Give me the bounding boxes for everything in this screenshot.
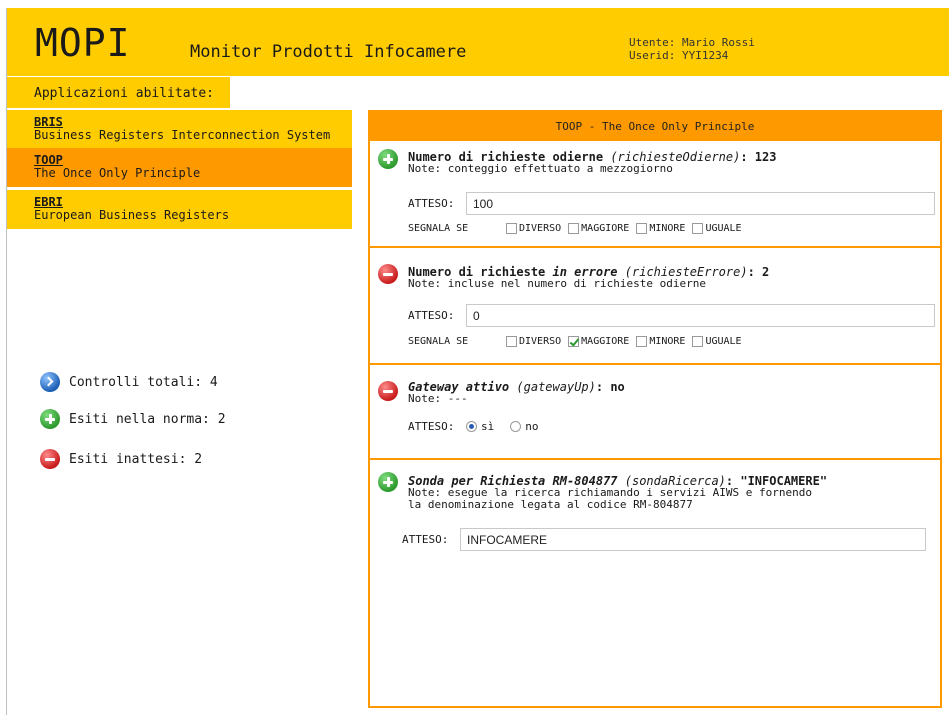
checkbox-minore[interactable]: MINORE xyxy=(636,223,685,234)
summary-total: Controlli totali: 4 xyxy=(40,372,218,392)
checkbox-maggiore[interactable]: MAGGIORE xyxy=(568,336,629,347)
plus-icon xyxy=(40,409,60,429)
atteso-row: ATTESO: 0 xyxy=(408,304,935,327)
atteso-row: ATTESO: 100 xyxy=(408,192,935,215)
check-gateway-attivo: Gateway attivo (gatewayUp): no Note: ---… xyxy=(370,367,940,460)
check-value: : 2 xyxy=(747,265,770,279)
summary-ok: Esiti nella norma: 2 xyxy=(40,409,226,429)
radio-dot[interactable] xyxy=(510,421,522,432)
plus-icon[interactable] xyxy=(378,149,398,169)
atteso-label: ATTESO: xyxy=(408,309,455,322)
check-header: Gateway attivo (gatewayUp): no Note: --- xyxy=(408,381,928,405)
segnala-label: SEGNALA SE xyxy=(408,223,469,234)
checkbox-label: DIVERSO xyxy=(519,336,562,347)
atteso-label: ATTESO: xyxy=(402,533,449,546)
segnala-label: SEGNALA SE xyxy=(408,336,469,347)
checkbox-uguale[interactable]: UGUALE xyxy=(692,336,742,347)
check-richieste-odierne: Numero di richieste odierne (richiesteOd… xyxy=(370,141,940,248)
atteso-label: ATTESO: xyxy=(408,197,455,210)
plus-icon[interactable] xyxy=(378,472,398,492)
check-note: Note: --- xyxy=(408,392,468,405)
user-info: Utente: Mario Rossi Userid: YYI1234 xyxy=(629,36,755,62)
atteso-input[interactable]: INFOCAMERE xyxy=(460,528,926,551)
checkbox-label: MINORE xyxy=(649,223,686,234)
minus-icon[interactable] xyxy=(378,381,398,401)
atteso-input[interactable]: 100 xyxy=(466,192,935,215)
sidebar-item-ebri[interactable]: EBRI European Business Registers xyxy=(7,190,352,229)
checkbox-box[interactable] xyxy=(506,336,517,347)
checkbox-label: MAGGIORE xyxy=(581,223,630,234)
check-note-line2: la denominazione legata al codice RM-804… xyxy=(408,498,693,511)
sidebar-item-label: The Once Only Principle xyxy=(34,166,201,180)
atteso-label: ATTESO: xyxy=(408,420,455,433)
checkbox-maggiore[interactable]: MAGGIORE xyxy=(568,223,629,234)
minus-icon xyxy=(40,449,60,469)
apps-heading: Applicazioni abilitate: xyxy=(7,77,230,108)
checkbox-box[interactable] xyxy=(506,223,517,234)
checks-panel: TOOP - The Once Only Principle Numero di… xyxy=(368,110,942,708)
summary-unexpected-label: Esiti inattesi: 2 xyxy=(69,451,203,467)
check-note: Note: incluse nel numero di richieste od… xyxy=(408,277,707,290)
checkbox-label: MAGGIORE xyxy=(581,336,630,347)
check-sonda-ricerca: Sonda per Richiesta RM-804877 (sondaRice… xyxy=(370,462,940,706)
sidebar-item-bris[interactable]: BRIS Business Registers Interconnection … xyxy=(7,110,352,149)
summary-total-label: Controlli totali: 4 xyxy=(69,374,218,390)
atteso-row: ATTESO: INFOCAMERE xyxy=(402,528,926,551)
checkbox-minore[interactable]: MINORE xyxy=(636,336,685,347)
checkbox-uguale[interactable]: UGUALE xyxy=(692,223,742,234)
summary-unexpected: Esiti inattesi: 2 xyxy=(40,449,202,469)
checkbox-box[interactable] xyxy=(568,223,580,234)
check-header: Numero di richieste odierne (richiesteOd… xyxy=(408,151,928,175)
app-logo: MOPI xyxy=(35,21,131,65)
panel-title: TOOP - The Once Only Principle xyxy=(370,112,940,141)
checkbox-box-checked[interactable] xyxy=(568,336,580,347)
checkbox-diverso[interactable]: DIVERSO xyxy=(506,223,561,234)
checkbox-diverso[interactable]: DIVERSO xyxy=(506,336,561,347)
checkbox-label: UGUALE xyxy=(705,223,742,234)
user-name: Utente: Mario Rossi xyxy=(629,36,755,49)
radio-si[interactable]: sì xyxy=(466,420,494,433)
sidebar-item-label: Business Registers Interconnection Syste… xyxy=(34,128,331,142)
sidebar-item-toop[interactable]: TOOP The Once Only Principle xyxy=(7,148,352,187)
segnala-row: SEGNALA SE DIVERSO MAGGIORE MINORE UGUAL… xyxy=(408,223,749,234)
checkbox-box[interactable] xyxy=(692,336,704,347)
check-note: Note: conteggio effettuato a mezzogiorno xyxy=(408,162,673,175)
check-value: : no xyxy=(595,380,625,394)
checkbox-label: DIVERSO xyxy=(519,223,562,234)
check-header: Numero di richieste in errore (richieste… xyxy=(408,266,928,290)
header-bar: MOPI Monitor Prodotti Infocamere Utente:… xyxy=(7,8,949,76)
app-title: Monitor Prodotti Infocamere xyxy=(190,42,467,62)
radio-dot-selected[interactable] xyxy=(466,421,477,432)
checkbox-box[interactable] xyxy=(636,336,648,347)
radio-label: no xyxy=(525,420,539,433)
atteso-row: ATTESO: sì no xyxy=(408,420,555,433)
summary-ok-label: Esiti nella norma: 2 xyxy=(69,411,226,427)
checkbox-label: MINORE xyxy=(649,336,686,347)
minus-icon[interactable] xyxy=(378,264,398,284)
check-header: Sonda per Richiesta RM-804877 (sondaRice… xyxy=(408,475,928,511)
atteso-input[interactable]: 0 xyxy=(466,304,935,327)
checkbox-box[interactable] xyxy=(636,223,648,234)
check-richieste-errore: Numero di richieste in errore (richieste… xyxy=(370,250,940,365)
check-key: (gatewayUp) xyxy=(516,380,596,394)
chevron-right-icon xyxy=(40,372,60,392)
radio-label: sì xyxy=(481,420,495,433)
user-id: Userid: YYI1234 xyxy=(629,49,729,62)
segnala-row: SEGNALA SE DIVERSO MAGGIORE MINORE UGUAL… xyxy=(408,336,749,347)
radio-no[interactable]: no xyxy=(510,420,539,433)
checkbox-label: UGUALE xyxy=(705,336,742,347)
check-value: : 123 xyxy=(740,150,777,164)
checkbox-box[interactable] xyxy=(692,223,704,234)
sidebar-item-label: European Business Registers xyxy=(34,208,230,222)
